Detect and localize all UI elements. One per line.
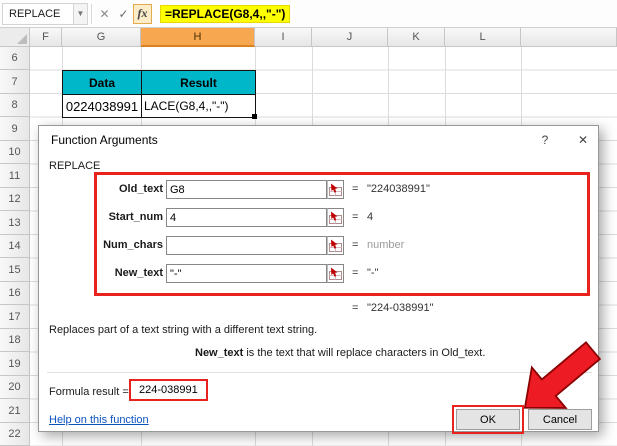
formula-bar: REPLACE ▼ ✕ ✓ fx =REPLACE(G8,4,,"-") <box>0 0 617 28</box>
column-header-K[interactable]: K <box>388 28 445 47</box>
column-header-G[interactable]: G <box>62 28 141 47</box>
row-header-6[interactable]: 6 <box>0 47 30 70</box>
num-chars-result: number <box>367 239 405 251</box>
row-header-19[interactable]: 19 <box>0 352 30 376</box>
cell-data-header[interactable]: Data <box>62 70 142 95</box>
dialog-close-button[interactable]: ✕ <box>571 130 595 149</box>
row-header-15[interactable]: 15 <box>0 258 30 282</box>
refedit-collapse-button[interactable] <box>327 264 344 283</box>
row-header-11[interactable]: 11 <box>0 164 30 188</box>
equals-sign: = <box>352 211 359 223</box>
new-text-label: New_text <box>114 267 163 279</box>
dialog-help-button[interactable]: ? <box>533 130 557 149</box>
formula-text: =REPLACE(G8,4,,"-") <box>160 4 291 23</box>
select-all-corner[interactable] <box>0 28 30 47</box>
row-header-21[interactable]: 21 <box>0 399 30 423</box>
row-header-22[interactable]: 22 <box>0 423 30 446</box>
argument-row-old-text: Old_text = "224038991" <box>39 180 598 199</box>
row-header-12[interactable]: 12 <box>0 188 30 211</box>
row-header-20[interactable]: 20 <box>0 376 30 399</box>
column-header-J[interactable]: J <box>312 28 388 47</box>
name-box-dropdown-icon[interactable]: ▼ <box>74 2 88 25</box>
formula-result-value: 224-038991 <box>129 379 208 401</box>
column-header-blank[interactable] <box>521 28 617 47</box>
row-header-16[interactable]: 16 <box>0 282 30 305</box>
divider <box>91 3 92 24</box>
formula-input[interactable]: =REPLACE(G8,4,,"-") <box>152 0 617 27</box>
new-text-input[interactable] <box>166 264 327 283</box>
argument-help-name: New_text <box>195 347 244 359</box>
start-num-label: Start_num <box>108 211 163 223</box>
row-header-13[interactable]: 13 <box>0 211 30 235</box>
column-header-L[interactable]: L <box>445 28 521 47</box>
function-name-label: REPLACE <box>49 160 101 172</box>
insert-function-button[interactable]: fx <box>133 3 152 24</box>
cell-result-formula[interactable]: LACE(G8,4,,"-") <box>141 94 256 118</box>
refedit-collapse-button[interactable] <box>327 180 344 199</box>
refedit-collapse-button[interactable] <box>327 236 344 255</box>
enter-entry-button[interactable]: ✓ <box>114 4 133 24</box>
equals-sign: = <box>352 183 359 195</box>
dialog-title: Function Arguments <box>51 133 158 147</box>
cell-result-header[interactable]: Result <box>141 70 256 95</box>
fill-handle[interactable] <box>252 114 257 119</box>
row-header-14[interactable]: 14 <box>0 235 30 258</box>
help-on-function-link[interactable]: Help on this function <box>49 414 149 426</box>
num-chars-label: Num_chars <box>103 239 163 251</box>
row-header-8[interactable]: 8 <box>0 94 30 117</box>
start-num-result: 4 <box>367 211 374 223</box>
intermediate-result: "224-038991" <box>367 302 434 314</box>
argument-help-rest: is the text that will replace characters… <box>243 347 486 359</box>
equals-sign: = <box>352 267 359 279</box>
old-text-result: "224038991" <box>367 183 430 195</box>
cancel-entry-button[interactable]: ✕ <box>95 4 114 24</box>
row-header-18[interactable]: 18 <box>0 329 30 352</box>
equals-sign: = <box>352 302 359 314</box>
cell-data-value[interactable]: 0224038991 <box>62 94 142 118</box>
row-header-7[interactable]: 7 <box>0 70 30 94</box>
name-box[interactable]: REPLACE <box>2 2 74 25</box>
excel-window: REPLACE ▼ ✕ ✓ fx =REPLACE(G8,4,,"-") F G… <box>0 0 617 446</box>
column-header-I[interactable]: I <box>255 28 312 47</box>
argument-row-num-chars: Num_chars = number <box>39 236 598 255</box>
start-num-input[interactable] <box>166 208 327 227</box>
intermediate-result-row: = "224-038991" <box>39 302 598 316</box>
row-header-9[interactable]: 9 <box>0 117 30 141</box>
num-chars-input[interactable] <box>166 236 327 255</box>
column-header-H[interactable]: H <box>141 28 255 47</box>
equals-sign: = <box>352 239 359 251</box>
formula-result-label: Formula result = <box>49 386 129 398</box>
row-header-17[interactable]: 17 <box>0 305 30 329</box>
argument-row-new-text: New_text = "-" <box>39 264 598 283</box>
new-text-result: "-" <box>367 267 379 279</box>
row-header-10[interactable]: 10 <box>0 141 30 164</box>
column-header-F[interactable]: F <box>30 28 62 47</box>
refedit-collapse-button[interactable] <box>327 208 344 227</box>
old-text-label: Old_text <box>118 183 163 195</box>
argument-row-start-num: Start_num = 4 <box>39 208 598 227</box>
old-text-input[interactable] <box>166 180 327 199</box>
red-pointer-arrow <box>523 341 602 409</box>
name-box-value: REPLACE <box>9 7 61 20</box>
function-description: Replaces part of a text string with a di… <box>49 324 318 336</box>
